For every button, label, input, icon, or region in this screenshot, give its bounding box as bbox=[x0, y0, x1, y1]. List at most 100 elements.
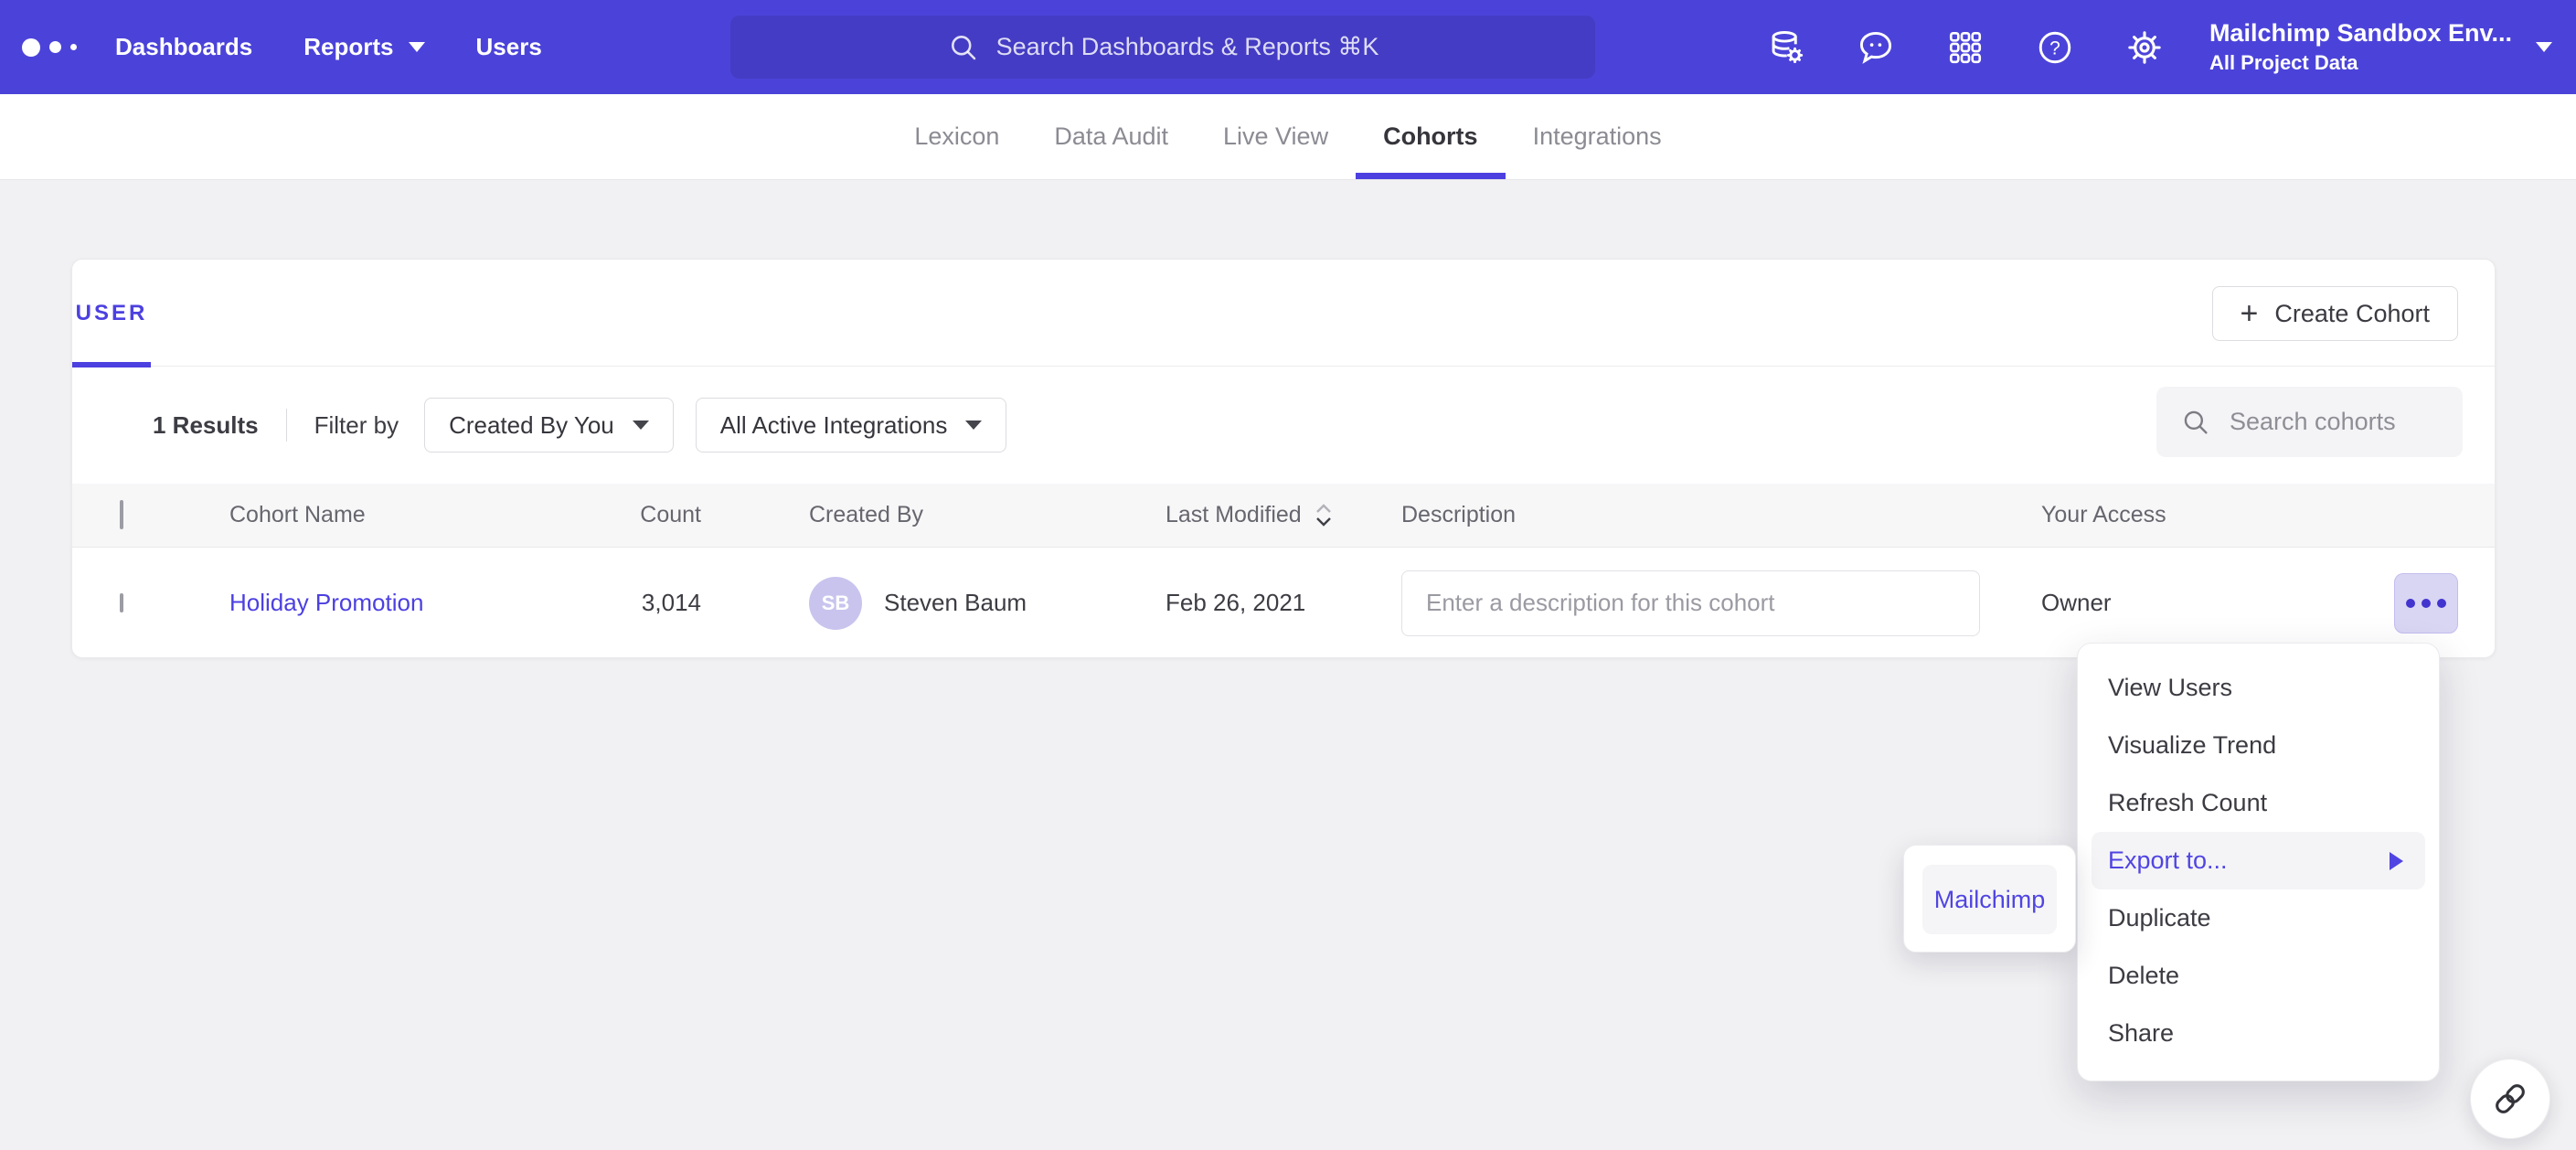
chevron-down-icon bbox=[965, 421, 982, 430]
tab-user-cohorts[interactable]: USER bbox=[72, 260, 151, 367]
create-cohort-button[interactable]: + Create Cohort bbox=[2212, 286, 2458, 341]
chevron-down-icon bbox=[633, 421, 649, 430]
header-label: Last Modified bbox=[1166, 502, 1302, 528]
tab-cohorts[interactable]: Cohorts bbox=[1356, 94, 1506, 179]
settings-gear-icon bbox=[2124, 27, 2165, 68]
chevron-down-icon bbox=[2536, 42, 2552, 52]
filter-dropdown-label: All Active Integrations bbox=[720, 411, 948, 440]
table-row: Holiday Promotion 3,014 SB Steven Baum F… bbox=[72, 548, 2495, 658]
plus-icon: + bbox=[2241, 298, 2259, 329]
ellipsis-icon bbox=[2437, 599, 2446, 608]
apps-grid-button[interactable] bbox=[1945, 27, 1985, 68]
tab-integrations[interactable]: Integrations bbox=[1506, 94, 1689, 179]
header-your-access: Your Access bbox=[2010, 502, 2394, 528]
feedback-button[interactable] bbox=[1856, 27, 1896, 68]
topnav-items: Dashboards Reports Users bbox=[115, 33, 542, 61]
filter-row: 1 Results Filter by Created By You All A… bbox=[72, 367, 2495, 484]
cohorts-card-header: USER + Create Cohort bbox=[72, 260, 2495, 367]
data-management-icon bbox=[1766, 27, 1806, 68]
cohorts-card: USER + Create Cohort 1 Results Filter by… bbox=[71, 259, 2496, 658]
cohorts-table-header: Cohort Name Count Created By Last Modifi… bbox=[72, 484, 2495, 548]
link-icon bbox=[2490, 1079, 2530, 1119]
feedback-icon bbox=[1856, 27, 1896, 68]
mixpanel-logo[interactable] bbox=[22, 38, 95, 57]
results-count: 1 Results bbox=[153, 411, 259, 440]
data-management-button[interactable] bbox=[1766, 27, 1806, 68]
ellipsis-icon bbox=[2406, 599, 2415, 608]
tab-label: Integrations bbox=[1533, 122, 1662, 151]
divider bbox=[286, 409, 287, 442]
header-cohort-name[interactable]: Cohort Name bbox=[182, 502, 584, 528]
nav-item-reports[interactable]: Reports bbox=[303, 33, 424, 61]
logo-dot bbox=[70, 44, 77, 50]
select-all-checkbox[interactable] bbox=[120, 500, 123, 529]
cohort-count: 3,014 bbox=[584, 589, 721, 617]
global-search-placeholder: Search Dashboards & Reports ⌘K bbox=[996, 33, 1379, 61]
row-checkbox[interactable] bbox=[120, 593, 123, 612]
cohort-name-link[interactable]: Holiday Promotion bbox=[229, 589, 423, 616]
section-tabs: Lexicon Data Audit Live View Cohorts Int… bbox=[0, 94, 2576, 180]
search-cohorts-input[interactable] bbox=[2230, 408, 2449, 436]
filter-by-label: Filter by bbox=[314, 411, 399, 440]
nav-item-users[interactable]: Users bbox=[476, 33, 542, 61]
nav-item-dashboards[interactable]: Dashboards bbox=[115, 33, 252, 61]
header-description: Description bbox=[1379, 502, 2010, 528]
tab-label: Lexicon bbox=[914, 122, 999, 151]
row-context-menu: View Users Visualize Trend Refresh Count… bbox=[2077, 643, 2440, 1081]
menu-item-visualize-trend[interactable]: Visualize Trend bbox=[2078, 717, 2439, 774]
submenu-arrow-icon bbox=[2390, 852, 2403, 870]
tab-lexicon[interactable]: Lexicon bbox=[887, 94, 1027, 179]
description-input[interactable] bbox=[1401, 570, 1980, 636]
row-more-actions-button[interactable] bbox=[2394, 573, 2458, 634]
menu-item-export-to[interactable]: Export to... bbox=[2092, 832, 2425, 889]
search-icon bbox=[947, 31, 980, 64]
copy-link-fab[interactable] bbox=[2470, 1059, 2550, 1139]
user-tab-label: USER bbox=[76, 301, 148, 326]
project-text: Mailchimp Sandbox Env... All Project Dat… bbox=[2209, 19, 2512, 75]
tab-label: Data Audit bbox=[1054, 122, 1168, 151]
submenu-item-mailchimp[interactable]: Mailchimp bbox=[1922, 865, 2057, 934]
project-switcher[interactable]: Mailchimp Sandbox Env... All Project Dat… bbox=[2209, 0, 2552, 94]
settings-button[interactable] bbox=[2124, 27, 2165, 68]
export-submenu: Mailchimp bbox=[1903, 845, 2076, 953]
tab-label: Live View bbox=[1223, 122, 1328, 151]
nav-item-label: Dashboards bbox=[115, 33, 252, 61]
avatar: SB bbox=[809, 577, 862, 630]
menu-item-view-users[interactable]: View Users bbox=[2078, 659, 2439, 717]
search-cohorts-field[interactable] bbox=[2156, 387, 2463, 457]
header-count[interactable]: Count bbox=[584, 502, 721, 528]
svg-text:?: ? bbox=[2049, 37, 2060, 59]
global-search-bar[interactable]: Search Dashboards & Reports ⌘K bbox=[730, 16, 1595, 79]
help-icon: ? bbox=[2035, 27, 2075, 68]
active-tab-underline bbox=[1356, 173, 1506, 179]
menu-item-label: Export to... bbox=[2108, 847, 2228, 875]
logo-dot bbox=[22, 38, 40, 57]
menu-item-share[interactable]: Share bbox=[2078, 1005, 2439, 1062]
apps-grid-icon bbox=[1946, 28, 1985, 67]
search-icon bbox=[2180, 407, 2211, 438]
nav-item-label: Users bbox=[476, 33, 542, 61]
header-created-by[interactable]: Created By bbox=[721, 502, 1133, 528]
tab-live-view[interactable]: Live View bbox=[1196, 94, 1356, 179]
filter-integrations-dropdown[interactable]: All Active Integrations bbox=[696, 398, 1007, 453]
last-modified-date: Feb 26, 2021 bbox=[1133, 589, 1379, 617]
create-cohort-label: Create Cohort bbox=[2274, 300, 2430, 328]
main-navbar: Dashboards Reports Users Search Dashboar… bbox=[0, 0, 2576, 94]
header-last-modified[interactable]: Last Modified bbox=[1133, 502, 1379, 528]
sort-icon bbox=[1315, 503, 1333, 527]
tab-label: Cohorts bbox=[1383, 122, 1478, 151]
project-subtitle: All Project Data bbox=[2209, 51, 2512, 75]
access-level: Owner bbox=[2010, 589, 2394, 617]
created-by-name: Steven Baum bbox=[884, 589, 1027, 617]
filter-dropdown-label: Created By You bbox=[449, 411, 614, 440]
filter-created-by-dropdown[interactable]: Created By You bbox=[424, 398, 674, 453]
help-button[interactable]: ? bbox=[2035, 27, 2075, 68]
tab-data-audit[interactable]: Data Audit bbox=[1027, 94, 1196, 179]
ellipsis-icon bbox=[2422, 599, 2431, 608]
menu-item-refresh-count[interactable]: Refresh Count bbox=[2078, 774, 2439, 832]
project-name: Mailchimp Sandbox Env... bbox=[2209, 19, 2512, 48]
menu-item-delete[interactable]: Delete bbox=[2078, 947, 2439, 1005]
menu-item-duplicate[interactable]: Duplicate bbox=[2078, 889, 2439, 947]
chevron-down-icon bbox=[409, 42, 425, 52]
navbar-icon-buttons: ? bbox=[1766, 0, 2165, 94]
